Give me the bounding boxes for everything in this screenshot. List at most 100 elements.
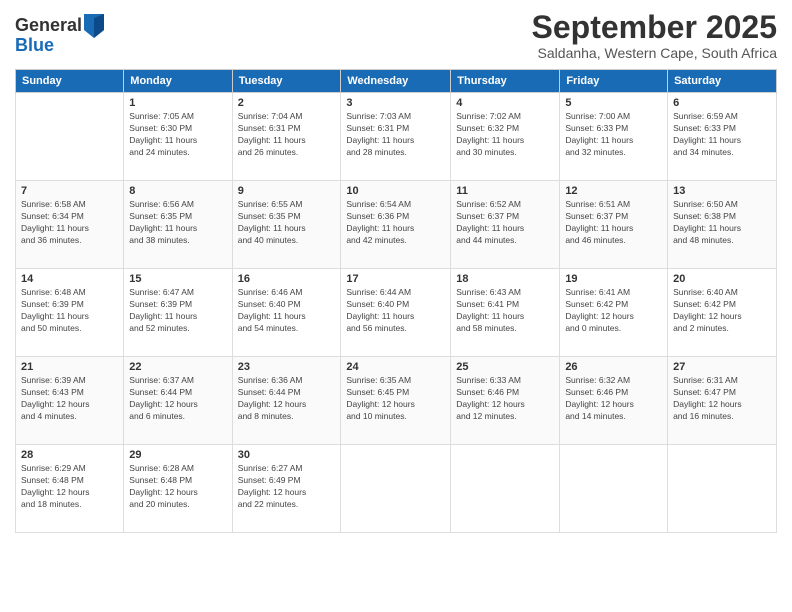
table-row: 11Sunrise: 6:52 AMSunset: 6:37 PMDayligh… — [451, 181, 560, 269]
table-row: 1 Sunrise: 7:05 AMSunset: 6:30 PMDaylight… — [124, 93, 232, 181]
day-info: Sunrise: 6:51 AMSunset: 6:37 PMDaylight:… — [565, 199, 662, 247]
location-subtitle: Saldanha, Western Cape, South Africa — [532, 45, 777, 61]
day-info: Sunrise: 6:28 AMSunset: 6:48 PMDaylight:… — [129, 463, 226, 511]
col-monday: Monday — [124, 70, 232, 93]
day-info: Sunrise: 7:00 AMSunset: 6:33 PMDaylight:… — [565, 111, 662, 159]
table-row: 22 Sunrise: 6:37 AMSunset: 6:44 PMDayligh… — [124, 357, 232, 445]
day-info: Sunrise: 6:32 AMSunset: 6:46 PMDaylight:… — [565, 375, 662, 423]
logo: General Blue — [15, 14, 104, 56]
table-row: 17 Sunrise: 6:44 AMSunset: 6:40 PMDayligh… — [341, 269, 451, 357]
day-number: 14 — [21, 273, 118, 285]
day-info: Sunrise: 6:33 AMSunset: 6:46 PMDaylight:… — [456, 375, 554, 423]
table-row: 29Sunrise: 6:28 AMSunset: 6:48 PMDayligh… — [124, 445, 232, 533]
table-row: 19 Sunrise: 6:41 AMSunset: 6:42 PMDayligh… — [560, 269, 668, 357]
day-number: 4 — [456, 97, 554, 109]
day-info: Sunrise: 6:31 AMSunset: 6:47 PMDaylight:… — [673, 375, 771, 423]
day-info: Sunrise: 6:58 AMSunset: 6:34 PMDaylight:… — [21, 199, 118, 247]
day-number: 26 — [565, 361, 662, 373]
day-info: Sunrise: 6:54 AMSunset: 6:36 PMDaylight:… — [346, 199, 445, 247]
calendar-header-row: Sunday Monday Tuesday Wednesday Thursday… — [16, 70, 777, 93]
title-block: September 2025 Saldanha, Western Cape, S… — [532, 10, 777, 61]
day-info: Sunrise: 6:39 AMSunset: 6:43 PMDaylight:… — [21, 375, 118, 423]
day-number: 30 — [238, 449, 336, 461]
day-number: 12 — [565, 185, 662, 197]
col-saturday: Saturday — [668, 70, 777, 93]
day-number: 3 — [346, 97, 445, 109]
table-row: 28Sunrise: 6:29 AMSunset: 6:48 PMDayligh… — [16, 445, 124, 533]
day-number: 21 — [21, 361, 118, 373]
table-row: 12 Sunrise: 6:51 AMSunset: 6:37 PMDayligh… — [560, 181, 668, 269]
day-number: 1 — [129, 97, 226, 109]
day-number: 8 — [129, 185, 226, 197]
day-info: Sunrise: 6:27 AMSunset: 6:49 PMDaylight:… — [238, 463, 336, 511]
day-info: Sunrise: 6:35 AMSunset: 6:45 PMDaylight:… — [346, 375, 445, 423]
day-info: Sunrise: 6:43 AMSunset: 6:41 PMDaylight:… — [456, 287, 554, 335]
calendar-week-3: 14 Sunrise: 6:48 AMSunset: 6:39 PMDayligh… — [16, 269, 777, 357]
day-number: 15 — [129, 273, 226, 285]
day-info: Sunrise: 7:03 AMSunset: 6:31 PMDaylight:… — [346, 111, 445, 159]
day-number: 17 — [346, 273, 445, 285]
day-number: 13 — [673, 185, 771, 197]
day-number: 18 — [456, 273, 554, 285]
table-row: 13 Sunrise: 6:50 AMSunset: 6:38 PMDayligh… — [668, 181, 777, 269]
col-sunday: Sunday — [16, 70, 124, 93]
calendar-week-4: 21 Sunrise: 6:39 AMSunset: 6:43 PMDayligh… — [16, 357, 777, 445]
day-info: Sunrise: 6:37 AMSunset: 6:44 PMDaylight:… — [129, 375, 226, 423]
table-row: 23 Sunrise: 6:36 AMSunset: 6:44 PMDayligh… — [232, 357, 341, 445]
table-row — [451, 445, 560, 533]
day-number: 10 — [346, 185, 445, 197]
table-row: 15 Sunrise: 6:47 AMSunset: 6:39 PMDayligh… — [124, 269, 232, 357]
day-info: Sunrise: 7:05 AMSunset: 6:30 PMDaylight:… — [129, 111, 226, 159]
table-row — [668, 445, 777, 533]
table-row — [16, 93, 124, 181]
table-row: 30 Sunrise: 6:27 AMSunset: 6:49 PMDayligh… — [232, 445, 341, 533]
logo-general-text: General — [15, 16, 82, 36]
table-row: 26 Sunrise: 6:32 AMSunset: 6:46 PMDayligh… — [560, 357, 668, 445]
day-info: Sunrise: 7:02 AMSunset: 6:32 PMDaylight:… — [456, 111, 554, 159]
day-number: 5 — [565, 97, 662, 109]
day-info: Sunrise: 6:55 AMSunset: 6:35 PMDaylight:… — [238, 199, 336, 247]
day-number: 25 — [456, 361, 554, 373]
table-row: 20Sunrise: 6:40 AMSunset: 6:42 PMDayligh… — [668, 269, 777, 357]
col-wednesday: Wednesday — [341, 70, 451, 93]
day-info: Sunrise: 6:40 AMSunset: 6:42 PMDaylight:… — [673, 287, 771, 335]
table-row: 27 Sunrise: 6:31 AMSunset: 6:47 PMDayligh… — [668, 357, 777, 445]
day-info: Sunrise: 6:46 AMSunset: 6:40 PMDaylight:… — [238, 287, 336, 335]
table-row: 18 Sunrise: 6:43 AMSunset: 6:41 PMDayligh… — [451, 269, 560, 357]
table-row: 24Sunrise: 6:35 AMSunset: 6:45 PMDayligh… — [341, 357, 451, 445]
col-tuesday: Tuesday — [232, 70, 341, 93]
calendar-table: Sunday Monday Tuesday Wednesday Thursday… — [15, 69, 777, 533]
table-row — [560, 445, 668, 533]
page: General Blue September 2025 Saldanha, We… — [0, 0, 792, 612]
day-number: 11 — [456, 185, 554, 197]
day-number: 2 — [238, 97, 336, 109]
day-info: Sunrise: 6:50 AMSunset: 6:38 PMDaylight:… — [673, 199, 771, 247]
table-row: 3 Sunrise: 7:03 AMSunset: 6:31 PMDaylight… — [341, 93, 451, 181]
day-info: Sunrise: 6:47 AMSunset: 6:39 PMDaylight:… — [129, 287, 226, 335]
day-info: Sunrise: 6:44 AMSunset: 6:40 PMDaylight:… — [346, 287, 445, 335]
day-number: 27 — [673, 361, 771, 373]
day-info: Sunrise: 6:36 AMSunset: 6:44 PMDaylight:… — [238, 375, 336, 423]
table-row: 7Sunrise: 6:58 AMSunset: 6:34 PMDaylight… — [16, 181, 124, 269]
day-info: Sunrise: 6:56 AMSunset: 6:35 PMDaylight:… — [129, 199, 226, 247]
col-thursday: Thursday — [451, 70, 560, 93]
table-row: 10 Sunrise: 6:54 AMSunset: 6:36 PMDayligh… — [341, 181, 451, 269]
day-number: 16 — [238, 273, 336, 285]
calendar-week-5: 28Sunrise: 6:29 AMSunset: 6:48 PMDayligh… — [16, 445, 777, 533]
table-row: 2 Sunrise: 7:04 AMSunset: 6:31 PMDaylight… — [232, 93, 341, 181]
day-info: Sunrise: 6:41 AMSunset: 6:42 PMDaylight:… — [565, 287, 662, 335]
day-number: 6 — [673, 97, 771, 109]
month-title: September 2025 — [532, 10, 777, 45]
day-number: 19 — [565, 273, 662, 285]
calendar-week-1: 1 Sunrise: 7:05 AMSunset: 6:30 PMDaylight… — [16, 93, 777, 181]
col-friday: Friday — [560, 70, 668, 93]
day-number: 9 — [238, 185, 336, 197]
day-info: Sunrise: 6:48 AMSunset: 6:39 PMDaylight:… — [21, 287, 118, 335]
day-number: 22 — [129, 361, 226, 373]
table-row: 9 Sunrise: 6:55 AMSunset: 6:35 PMDaylight… — [232, 181, 341, 269]
day-info: Sunrise: 7:04 AMSunset: 6:31 PMDaylight:… — [238, 111, 336, 159]
table-row: 5 Sunrise: 7:00 AMSunset: 6:33 PMDaylight… — [560, 93, 668, 181]
day-number: 23 — [238, 361, 336, 373]
table-row: 8 Sunrise: 6:56 AMSunset: 6:35 PMDaylight… — [124, 181, 232, 269]
table-row: 16 Sunrise: 6:46 AMSunset: 6:40 PMDayligh… — [232, 269, 341, 357]
